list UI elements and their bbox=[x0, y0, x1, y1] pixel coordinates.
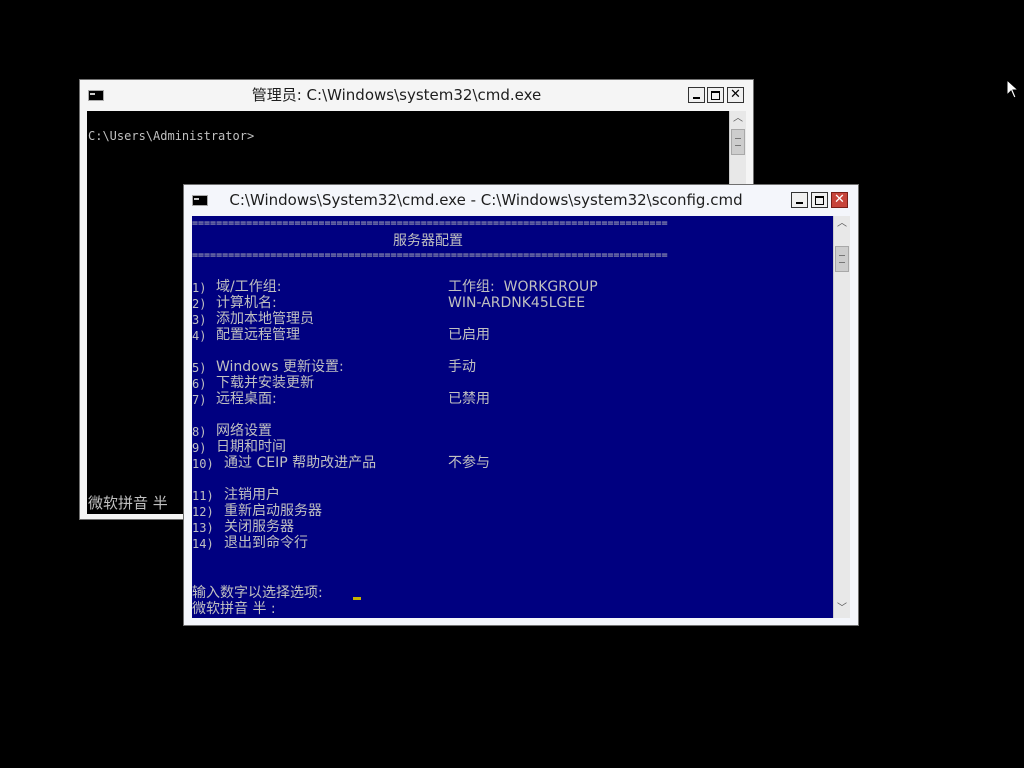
close-button[interactable]: ✕ bbox=[831, 192, 848, 208]
scroll-up-arrow-icon[interactable]: ︿ bbox=[730, 111, 746, 127]
cmd-icon[interactable] bbox=[192, 195, 208, 206]
menu-item-label: 计算机名: bbox=[216, 295, 277, 311]
scroll-down-arrow-icon[interactable]: ﹀ bbox=[834, 601, 850, 617]
menu-item-number: 13) bbox=[192, 521, 214, 535]
menu-item-label: 网络设置 bbox=[216, 423, 272, 439]
minimize-button[interactable] bbox=[791, 192, 808, 208]
menu-item-label: 配置远程管理 bbox=[216, 327, 300, 343]
menu-item-number: 3) bbox=[192, 313, 207, 327]
menu-item-label: 关闭服务器 bbox=[224, 519, 294, 535]
menu-item-number: 8) bbox=[192, 425, 207, 439]
menu-item-value: 工作组: WORKGROUP bbox=[448, 279, 598, 295]
menu-item-label: Windows 更新设置: bbox=[216, 359, 344, 375]
menu-item-number: 10) bbox=[192, 457, 214, 471]
menu-item-number: 14) bbox=[192, 537, 214, 551]
menu-item-number: 6) bbox=[192, 377, 207, 391]
ime-status: 微软拼音 半 bbox=[88, 494, 168, 512]
menu-header: 服务器配置 bbox=[393, 233, 463, 249]
sconfig-title-bar[interactable]: C:\Windows\System32\cmd.exe - C:\Windows… bbox=[184, 185, 858, 215]
sconfig-window[interactable]: C:\Windows\System32\cmd.exe - C:\Windows… bbox=[183, 184, 859, 626]
maximize-button[interactable] bbox=[811, 192, 828, 208]
menu-item-number: 9) bbox=[192, 441, 207, 455]
menu-item-number: 11) bbox=[192, 489, 214, 503]
sconfig-scrollbar[interactable]: ︿ ﹀ bbox=[833, 216, 850, 618]
cmd-icon[interactable] bbox=[88, 90, 104, 101]
scroll-thumb[interactable] bbox=[835, 246, 849, 272]
back-scrollbar[interactable]: ︿ bbox=[729, 111, 746, 185]
text-cursor bbox=[353, 597, 361, 600]
maximize-button[interactable] bbox=[707, 87, 724, 103]
menu-item-number: 1) bbox=[192, 281, 207, 295]
menu-item-number: 12) bbox=[192, 505, 214, 519]
menu-item-label: 下载并安装更新 bbox=[216, 375, 314, 391]
menu-item-number: 4) bbox=[192, 329, 207, 343]
menu-item-number: 7) bbox=[192, 393, 207, 407]
menu-item-label: 远程桌面: bbox=[216, 391, 277, 407]
mouse-pointer-icon bbox=[1006, 79, 1018, 99]
back-title-bar[interactable]: 管理员: C:\Windows\system32\cmd.exe ✕ bbox=[80, 80, 753, 110]
menu-item-label: 日期和时间 bbox=[216, 439, 286, 455]
menu-item-label: 通过 CEIP 帮助改进产品 bbox=[224, 455, 377, 471]
sconfig-console-area[interactable]: ========================================… bbox=[192, 216, 833, 618]
input-prompt: 输入数字以选择选项: bbox=[192, 585, 323, 601]
separator-line: ========================================… bbox=[192, 218, 668, 229]
menu-item-value: 已启用 bbox=[448, 327, 490, 343]
command-prompt: C:\Users\Administrator> bbox=[88, 129, 255, 143]
menu-item-label: 域/工作组: bbox=[216, 279, 282, 295]
menu-item-label: 重新启动服务器 bbox=[224, 503, 322, 519]
scroll-thumb[interactable] bbox=[731, 129, 745, 155]
menu-item-value: 手动 bbox=[448, 359, 476, 375]
menu-item-value: WIN-ARDNK45LGEE bbox=[448, 295, 586, 311]
menu-item-label: 注销用户 bbox=[224, 487, 280, 503]
menu-item-label: 退出到命令行 bbox=[224, 535, 308, 551]
menu-item-number: 5) bbox=[192, 361, 207, 375]
scroll-up-arrow-icon[interactable]: ︿ bbox=[834, 216, 850, 232]
close-button[interactable]: ✕ bbox=[727, 87, 744, 103]
menu-item-value: 已禁用 bbox=[448, 391, 490, 407]
back-window-title: 管理员: C:\Windows\system32\cmd.exe bbox=[251, 86, 542, 104]
menu-item-value: 不参与 bbox=[448, 455, 490, 471]
sconfig-window-title: C:\Windows\System32\cmd.exe - C:\Windows… bbox=[229, 191, 743, 209]
minimize-button[interactable] bbox=[688, 87, 705, 103]
menu-item-number: 2) bbox=[192, 297, 207, 311]
menu-item-label: 添加本地管理员 bbox=[216, 311, 314, 327]
separator-line: ========================================… bbox=[192, 250, 668, 261]
ime-status: 微软拼音 半 : bbox=[192, 601, 276, 617]
